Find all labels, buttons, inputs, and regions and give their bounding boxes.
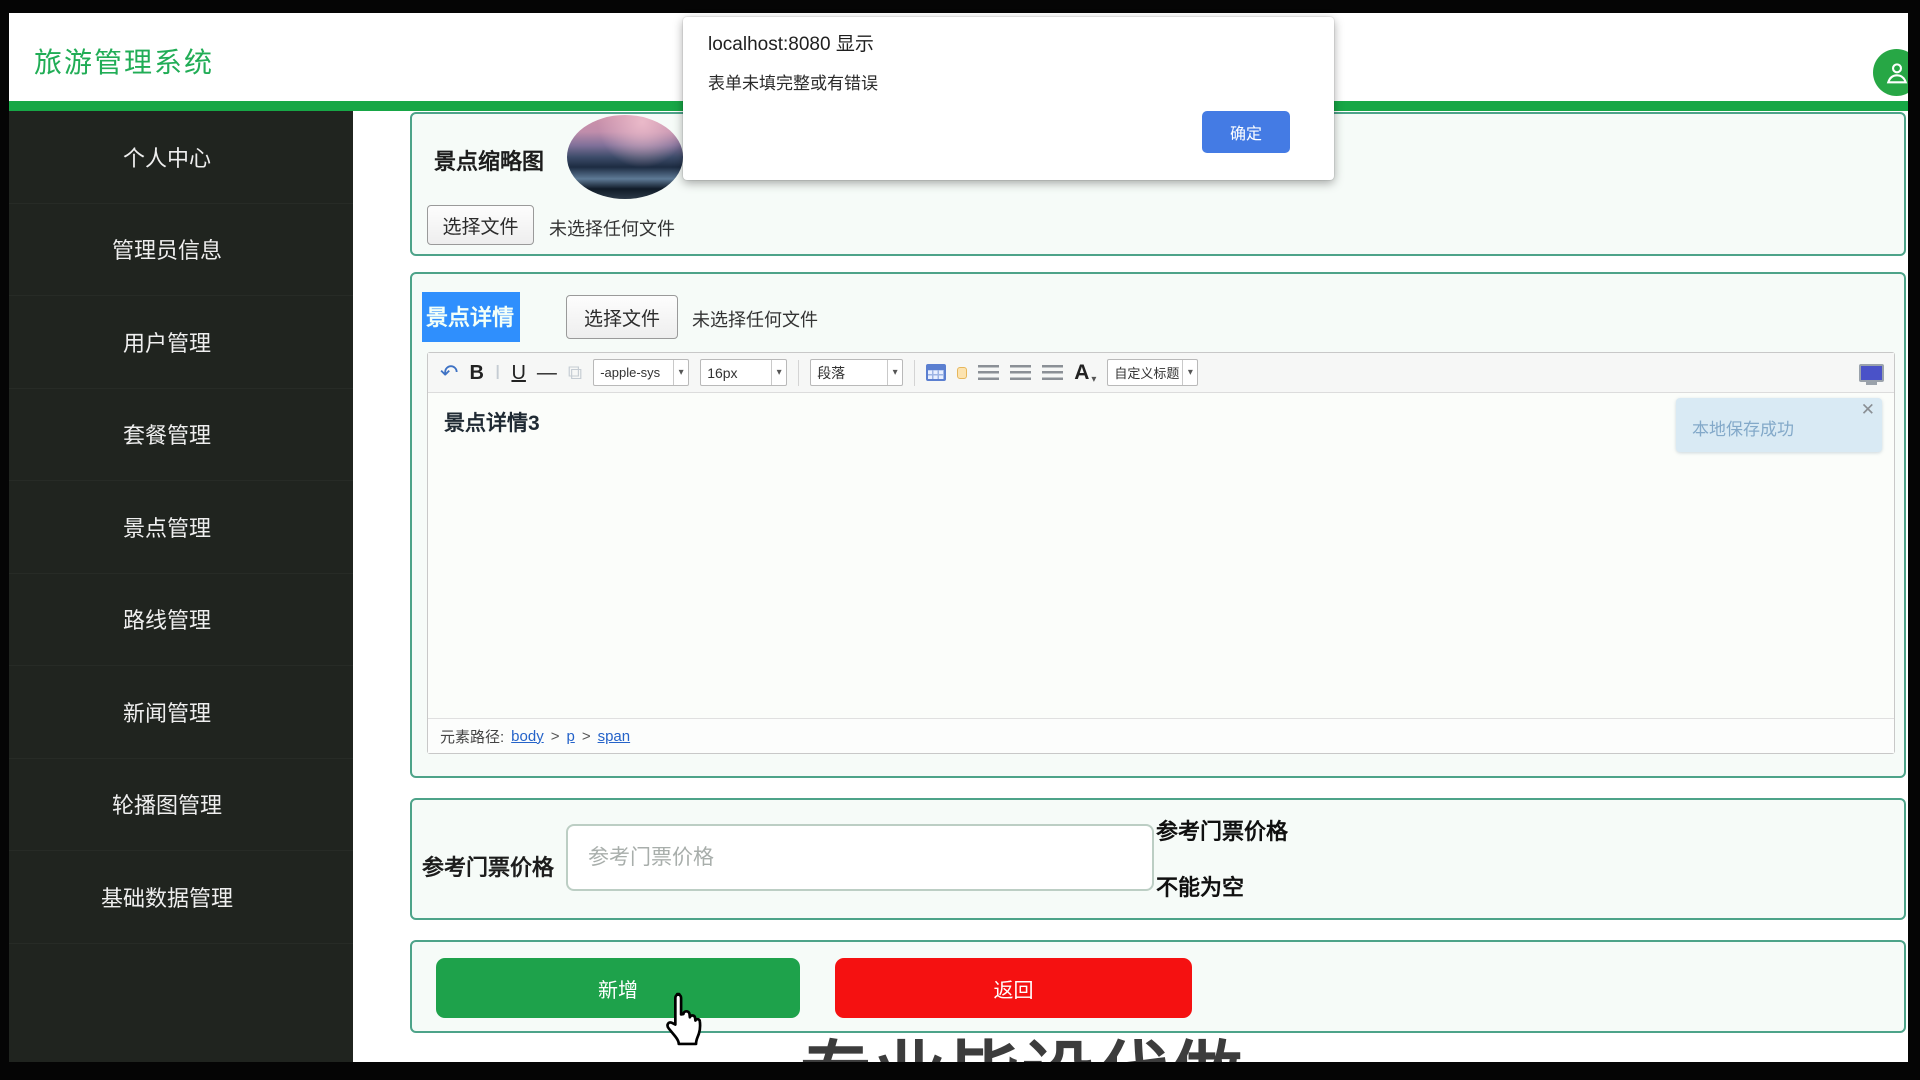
editor-toolbar: ↶ B I U — ⧉ -apple-sys 16px 段落: [428, 353, 1894, 393]
paste-icon[interactable]: ⧉: [568, 363, 582, 383]
align-center-icon[interactable]: [978, 365, 999, 380]
person-icon: [1883, 59, 1911, 87]
letterbox-bottom: [0, 1062, 1920, 1080]
sidebar-item-personal-center[interactable]: 个人中心: [9, 111, 353, 204]
path-separator: >: [551, 728, 560, 745]
back-button[interactable]: 返回: [835, 958, 1192, 1018]
sidebar-item-news-mgmt[interactable]: 新闻管理: [9, 666, 353, 759]
toast-message: 本地保存成功: [1692, 415, 1794, 440]
chevron-down-icon: [673, 360, 688, 385]
close-icon[interactable]: [1861, 400, 1875, 420]
editor-element-path-bar: 元素路径: body > p > span: [428, 718, 1894, 753]
price-section: 参考门票价格 参考门票价格 不能为空: [410, 798, 1906, 920]
travel-admin-screen: 旅游管理系统 个人中心 管理员信息 用户管理 套餐管理 景点管理 路线管理 新闻…: [0, 0, 1920, 1080]
italic-button[interactable]: I: [495, 363, 501, 383]
sidebar-item-scenic-mgmt[interactable]: 景点管理: [9, 481, 353, 574]
detail-choose-file-button[interactable]: 选择文件: [566, 295, 678, 339]
custom-heading-select[interactable]: 自定义标题: [1107, 359, 1198, 386]
thumbnail-label: 景点缩略图: [434, 144, 544, 176]
chevron-down-icon: [1182, 360, 1197, 385]
browser-alert-dialog: localhost:8080 显示 表单未填完整或有错误 确定: [683, 17, 1334, 180]
element-path-label: 元素路径:: [440, 726, 504, 747]
path-link-span[interactable]: span: [598, 728, 631, 745]
thumbnail-choose-file-button[interactable]: 选择文件: [427, 205, 534, 245]
font-color-label: A: [1074, 361, 1089, 385]
editor-content-area[interactable]: 景点详情3: [428, 393, 1894, 718]
dialog-ok-button[interactable]: 确定: [1202, 111, 1290, 153]
app-title: 旅游管理系统: [34, 41, 214, 81]
editor-text: 景点详情3: [444, 407, 1878, 437]
price-label: 参考门票价格: [422, 850, 554, 882]
dialog-title: localhost:8080 显示: [708, 29, 874, 56]
sidebar-item-carousel-mgmt[interactable]: 轮播图管理: [9, 759, 353, 852]
detail-section: 景点详情 选择文件 未选择任何文件 ↶ B I U — ⧉ -apple-sys…: [410, 272, 1906, 778]
fullscreen-monitor-icon[interactable]: [1859, 364, 1884, 382]
local-save-toast: 本地保存成功: [1676, 398, 1882, 452]
letterbox-top: [0, 0, 1920, 13]
font-size-select[interactable]: 16px: [700, 359, 787, 386]
chevron-down-icon: [887, 360, 902, 385]
letterbox-right: [1908, 0, 1920, 1080]
price-input[interactable]: [566, 824, 1154, 891]
sidebar-item-user-mgmt[interactable]: 用户管理: [9, 296, 353, 389]
sidebar-item-basic-data-mgmt[interactable]: 基础数据管理: [9, 851, 353, 944]
sidebar-item-package-mgmt[interactable]: 套餐管理: [9, 389, 353, 482]
align-left-button-active[interactable]: [957, 367, 967, 379]
thumbnail-no-file-text: 未选择任何文件: [549, 215, 675, 241]
toolbar-divider: [914, 360, 915, 386]
path-link-body[interactable]: body: [511, 728, 544, 745]
price-error-line2: 不能为空: [1156, 870, 1244, 902]
bold-button[interactable]: B: [469, 363, 483, 383]
font-size-value: 16px: [701, 365, 771, 381]
chevron-down-icon: [771, 360, 786, 385]
sidebar-item-admin-info[interactable]: 管理员信息: [9, 204, 353, 297]
paragraph-value: 段落: [811, 363, 887, 383]
custom-heading-value: 自定义标题: [1108, 363, 1182, 382]
strikethrough-button[interactable]: —: [537, 363, 557, 383]
detail-label-selected: 景点详情: [422, 292, 520, 342]
undo-icon[interactable]: ↶: [440, 362, 458, 384]
font-family-value: -apple-sys: [594, 365, 673, 380]
dialog-message: 表单未填完整或有错误: [708, 69, 878, 94]
chevron-down-icon: ▾: [1091, 374, 1096, 385]
path-link-p[interactable]: p: [566, 728, 574, 745]
font-color-button[interactable]: A ▾: [1074, 361, 1096, 385]
path-separator: >: [582, 728, 591, 745]
underline-button[interactable]: U: [511, 363, 525, 383]
justify-icon[interactable]: [1042, 365, 1063, 380]
toolbar-divider: [798, 360, 799, 386]
detail-no-file-text: 未选择任何文件: [692, 306, 818, 332]
add-button[interactable]: 新增: [436, 958, 800, 1018]
insert-table-icon[interactable]: [926, 364, 946, 381]
paragraph-format-select[interactable]: 段落: [810, 359, 903, 386]
scenic-thumbnail-image: [567, 115, 683, 199]
rich-text-editor: ↶ B I U — ⧉ -apple-sys 16px 段落: [427, 352, 1895, 754]
font-family-select[interactable]: -apple-sys: [593, 359, 689, 386]
sidebar-nav: 个人中心 管理员信息 用户管理 套餐管理 景点管理 路线管理 新闻管理 轮播图管…: [9, 111, 353, 1062]
sidebar-item-route-mgmt[interactable]: 路线管理: [9, 574, 353, 667]
price-error-line1: 参考门票价格: [1156, 814, 1288, 846]
align-right-icon[interactable]: [1010, 365, 1031, 380]
letterbox-left: [0, 0, 9, 1080]
